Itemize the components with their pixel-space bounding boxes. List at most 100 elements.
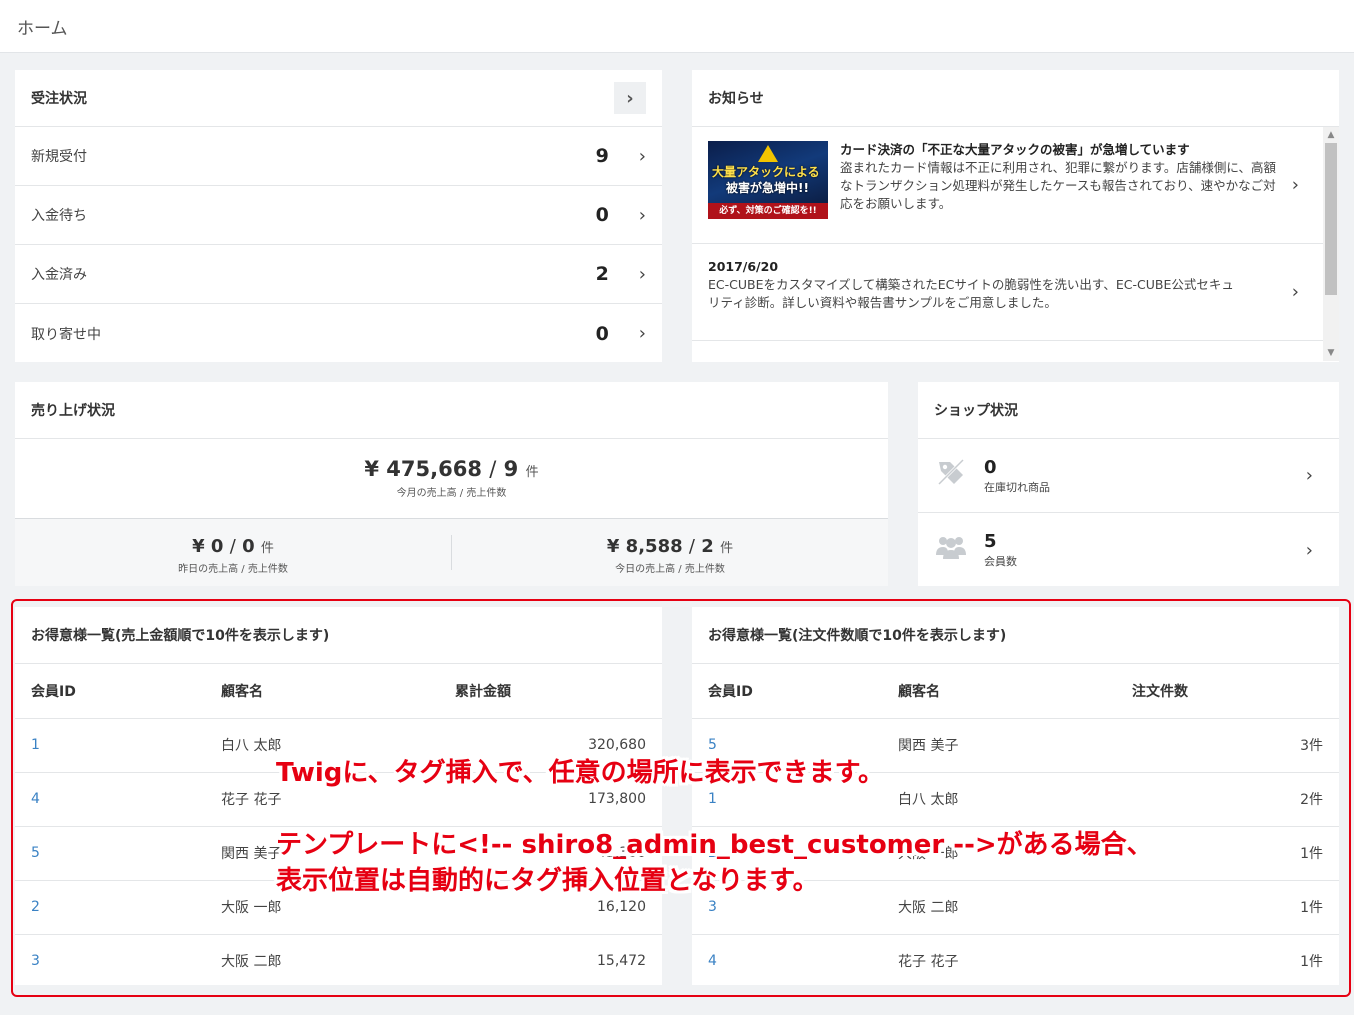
month-caption: 今月の売上高 / 売上件数 [396, 488, 507, 499]
news-date: 2017/6/20 [708, 259, 779, 274]
sales-sep: / [229, 536, 236, 557]
thumb-text: 被害が急増中!! [726, 181, 809, 195]
top-bar: ホーム [0, 0, 1354, 53]
customer-name: 関西 美子 [882, 718, 1116, 773]
chevron-right-icon: › [638, 204, 646, 226]
scroll-up-icon[interactable]: ▲ [1323, 127, 1339, 143]
users-icon [934, 533, 968, 568]
best-customer-count-card: お得意様一覧(注文件数順で10件を表示します) 会員ID 顧客名 注文件数 5 … [692, 607, 1339, 985]
table-row: 4 花子 花子 1件 [692, 934, 1339, 988]
order-row-awaiting-payment[interactable]: 入金待ち 0 › [15, 186, 662, 245]
order-row-paid[interactable]: 入金済み 2 › [15, 245, 662, 304]
sales-month: ¥ 475,668 / 9 件 今月の売上高 / 売上件数 [15, 439, 888, 519]
order-row-count: 0 [595, 204, 609, 226]
news-body: 盗まれたカード情報は不正に利用され、犯罪に繋がります。店舗様側に、高額なトランザ… [840, 160, 1277, 211]
member-id-link[interactable]: 3 [15, 934, 205, 988]
yesterday-count: 0 [242, 536, 255, 557]
best-customer-amount-card: お得意様一覧(売上金額順で10件を表示します) 会員ID 顧客名 累計金額 1 … [15, 607, 662, 985]
col-member-id: 会員ID [15, 664, 205, 719]
news-title: お知らせ [708, 91, 764, 107]
news-scrollbar[interactable]: ▲ ▼ [1323, 127, 1339, 361]
month-amount: ¥ 475,668 [364, 457, 482, 481]
yesterday-amount: ¥ 0 [192, 536, 224, 557]
member-count: 5 [984, 531, 997, 552]
order-row-label: 入金待ち [31, 208, 87, 224]
thumb-text: 必ず、対策のご確認を!! [708, 203, 828, 219]
order-status-more-button[interactable]: › [614, 82, 646, 114]
customer-name: 大阪 二郎 [882, 880, 1116, 935]
sales-title: 売り上げ状況 [31, 403, 115, 419]
sales-sep: / [489, 457, 497, 481]
order-row-count: 0 [595, 322, 609, 345]
news-item[interactable]: 大量アタックによる 被害が急増中!! 必ず、対策のご確認を!! カード決済の「不… [692, 127, 1339, 244]
order-row-backorder[interactable]: 取り寄せ中 0 › [15, 304, 662, 363]
page-title: ホーム [17, 19, 68, 39]
col-order-count: 注文件数 [1116, 664, 1339, 719]
order-row-label: 取り寄せ中 [31, 326, 101, 343]
customer-name: 大阪 二郎 [221, 954, 282, 971]
today-caption: 今日の売上高 / 売上件数 [615, 564, 725, 575]
thumb-text: 大量アタックによる [712, 165, 820, 179]
order-count: 3件 [1116, 718, 1339, 773]
order-row-label: 入金済み [31, 267, 87, 283]
order-status-title: 受注状況 [31, 91, 87, 107]
chevron-right-icon: › [638, 145, 646, 167]
best-count-title: お得意様一覧(注文件数順で10件を表示します) [708, 628, 1007, 644]
shop-status-card: ショップ状況 0 在庫切れ商品 › 5 会員数 › [918, 382, 1339, 586]
sales-sep: / [688, 536, 695, 557]
out-of-stock-label: 在庫切れ商品 [984, 480, 1050, 494]
col-total-amount: 累計金額 [439, 664, 662, 719]
warning-icon [758, 145, 778, 162]
order-row-new[interactable]: 新規受付 9 › [15, 127, 662, 186]
news-card: お知らせ 大量アタックによる 被害が急増中!! 必ず、対策のご確認を!! カード… [692, 70, 1339, 362]
member-id-link[interactable]: 4 [15, 772, 205, 827]
count-unit: 件 [260, 541, 274, 556]
chevron-right-icon: › [1305, 539, 1313, 561]
count-unit: 件 [525, 465, 539, 480]
shop-row-members[interactable]: 5 会員数 › [918, 513, 1339, 587]
col-customer-name: 顧客名 [882, 664, 1116, 719]
order-count: 2件 [1116, 772, 1339, 827]
chevron-right-icon: › [1305, 465, 1313, 486]
order-row-label: 新規受付 [31, 149, 87, 165]
shop-row-out-of-stock[interactable]: 0 在庫切れ商品 › [918, 439, 1339, 513]
count-unit: 件 [720, 541, 734, 556]
order-count: 1件 [1300, 954, 1323, 971]
member-id-link[interactable]: 1 [15, 718, 205, 773]
customer-name: 白八 太郎 [882, 772, 1116, 827]
table-row: 3 大阪 二郎 15,472 [15, 934, 662, 988]
month-count: 9 [503, 457, 519, 481]
member-id-link[interactable]: 4 [692, 934, 882, 988]
member-id-link[interactable]: 2 [15, 880, 205, 935]
out-of-stock-count: 0 [984, 456, 997, 478]
news-headline: カード決済の「不正な大量アタックの被害」が急増しています [840, 142, 1190, 157]
annotation-line-2: テンプレートに<!-- shiro8_admin_best_customer -… [276, 830, 1153, 860]
col-customer-name: 顧客名 [205, 664, 439, 719]
order-count: 1件 [1116, 880, 1339, 935]
sales-card: 売り上げ状況 ¥ 475,668 / 9 件 今月の売上高 / 売上件数 ¥ 0… [15, 382, 888, 586]
shop-title: ショップ状況 [934, 403, 1018, 419]
yesterday-caption: 昨日の売上高 / 売上件数 [178, 564, 288, 575]
chevron-right-icon: › [1291, 281, 1299, 303]
news-body: EC-CUBEをカスタマイズして構築されたECサイトの脆弱性を洗い出す、EC-C… [708, 277, 1234, 310]
chevron-right-icon: › [1291, 174, 1299, 196]
news-thumbnail: 大量アタックによる 被害が急増中!! 必ず、対策のご確認を!! [708, 141, 828, 219]
annotation-line-1: Twigに、タグ挿入で、任意の場所に表示できます。 [276, 758, 885, 788]
news-list[interactable]: 大量アタックによる 被害が急増中!! 必ず、対策のご確認を!! カード決済の「不… [692, 127, 1339, 361]
today-count: 2 [701, 536, 714, 557]
order-row-count: 9 [595, 145, 609, 167]
order-status-card: 受注状況 › 新規受付 9 › 入金待ち 0 › 入金済み 2 › 取り寄せ中 … [15, 70, 662, 362]
member-label: 会員数 [984, 555, 1017, 568]
sales-today: ¥ 8,588 / 2 件 今日の売上高 / 売上件数 [452, 519, 888, 586]
col-member-id: 会員ID [692, 664, 882, 719]
chevron-right-icon: › [638, 323, 646, 344]
chevron-right-icon: › [638, 263, 646, 285]
best-amount-title: お得意様一覧(売上金額順で10件を表示します) [31, 628, 330, 644]
scroll-thumb[interactable] [1325, 143, 1337, 295]
sales-yesterday: ¥ 0 / 0 件 昨日の売上高 / 売上件数 [15, 519, 451, 586]
tag-slash-icon [934, 457, 968, 494]
member-id-link[interactable]: 5 [15, 826, 205, 881]
news-item[interactable]: 2017/6/20 EC-CUBEをカスタマイズして構築されたECサイトの脆弱性… [692, 244, 1339, 341]
scroll-down-icon[interactable]: ▼ [1323, 345, 1339, 361]
order-row-count: 2 [595, 263, 609, 285]
